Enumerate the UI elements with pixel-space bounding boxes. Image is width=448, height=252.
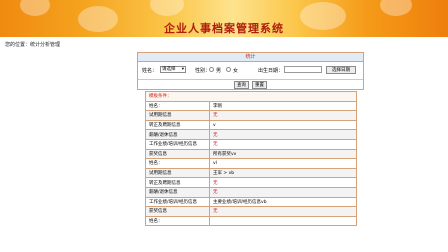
row-label: 姓名：	[145, 158, 210, 169]
name-select[interactable]: 请选择 ▾	[160, 66, 186, 73]
search-actions: 查询 重置	[138, 79, 363, 89]
row-label: 试用期信息	[145, 167, 210, 179]
row-value: 李刚	[209, 100, 357, 112]
banner-decoration	[20, 0, 50, 16]
table-row: 试用期信息无	[145, 110, 357, 121]
search-panel-title: 统计	[138, 53, 363, 62]
row-value: 无	[209, 177, 357, 188]
row-value: vl	[209, 158, 357, 169]
results-header-row: 模板条件：	[145, 91, 357, 102]
chevron-down-icon: ▾	[181, 67, 184, 72]
row-value: 王军 > vb	[209, 167, 357, 179]
table-row: 姓名： 李刚	[145, 100, 357, 112]
row-label: 获奖信息	[145, 148, 210, 160]
query-button[interactable]: 查询	[234, 81, 249, 89]
table-row: 获奖信息 所有获奖vv	[145, 148, 357, 160]
row-value: 主要业绩/培训/经历信息vb	[209, 196, 357, 208]
row-value: 无	[209, 206, 357, 217]
table-row: 姓名：	[145, 215, 357, 227]
table-row: 转正及聘期信息无	[145, 177, 357, 188]
row-value	[209, 215, 357, 227]
row-label: 姓名：	[145, 100, 210, 112]
birthdate-label: 出生日期：	[258, 68, 284, 74]
row-label: 获奖信息	[145, 206, 210, 217]
select-date-button[interactable]: 选择日期	[326, 66, 356, 74]
row-label: 转正及聘期信息	[145, 177, 210, 188]
header-banner: 企业人事档案管理系统	[0, 0, 448, 37]
gender-female-radio[interactable]	[226, 67, 231, 72]
table-row: 试用期信息 王军 > vb	[145, 167, 357, 179]
row-value: v	[209, 119, 357, 131]
results-table: 模板条件： 姓名： 李刚 试用期信息无转正及聘期信息 v 薪酬/退休信息无工作业绩/培训…	[145, 91, 357, 227]
row-value: 无	[209, 138, 357, 150]
row-label: 工作业绩/培训/经历信息	[145, 196, 210, 208]
search-row: 姓名： 请选择 ▾ 性别： 男 女 出生日期： 选择日期	[138, 64, 363, 78]
row-value: 无	[209, 110, 357, 121]
reset-button[interactable]: 重置	[252, 81, 267, 89]
row-value: 所有获奖vv	[209, 148, 357, 160]
table-row: 薪酬/退休信息无	[145, 129, 357, 140]
table-row: 薪酬/退休信息无	[145, 186, 357, 198]
row-label: 薪酬/退休信息	[145, 186, 210, 198]
row-value: 无	[209, 129, 357, 140]
name-label: 姓名：	[142, 68, 158, 74]
gender-male-radio[interactable]	[209, 67, 214, 72]
gender-male-label: 男	[216, 68, 222, 74]
row-label: 试用期信息	[145, 110, 210, 121]
table-row: 工作业绩/培训/经历信息 主要业绩/培训/经历信息vb	[145, 196, 357, 208]
table-row: 姓名： vl	[145, 158, 357, 169]
gender-female-label: 女	[233, 68, 239, 74]
gender-label: 性别：	[195, 68, 211, 74]
row-label: 转正及聘期信息	[145, 119, 210, 131]
results-header: 模板条件：	[145, 91, 357, 102]
birthdate-input[interactable]	[284, 66, 322, 73]
banner-decoration	[150, 0, 184, 16]
row-label: 姓名：	[145, 215, 210, 227]
banner-decoration	[380, 0, 412, 16]
row-value: 无	[209, 186, 357, 198]
search-panel: 统计 姓名： 请选择 ▾ 性别： 男 女 出生日期： 选择日期 查询 重置	[137, 52, 364, 90]
table-row: 获奖信息无	[145, 206, 357, 217]
table-row: 工作业绩/培训/经历信息无	[145, 138, 357, 150]
breadcrumb: 您的位置：统计分析管理	[5, 42, 61, 48]
row-label: 薪酬/退休信息	[145, 129, 210, 140]
app-title: 企业人事档案管理系统	[164, 22, 284, 35]
name-select-value: 请选择	[162, 67, 176, 72]
table-row: 转正及聘期信息 v	[145, 119, 357, 131]
row-label: 工作业绩/培训/经历信息	[145, 138, 210, 150]
